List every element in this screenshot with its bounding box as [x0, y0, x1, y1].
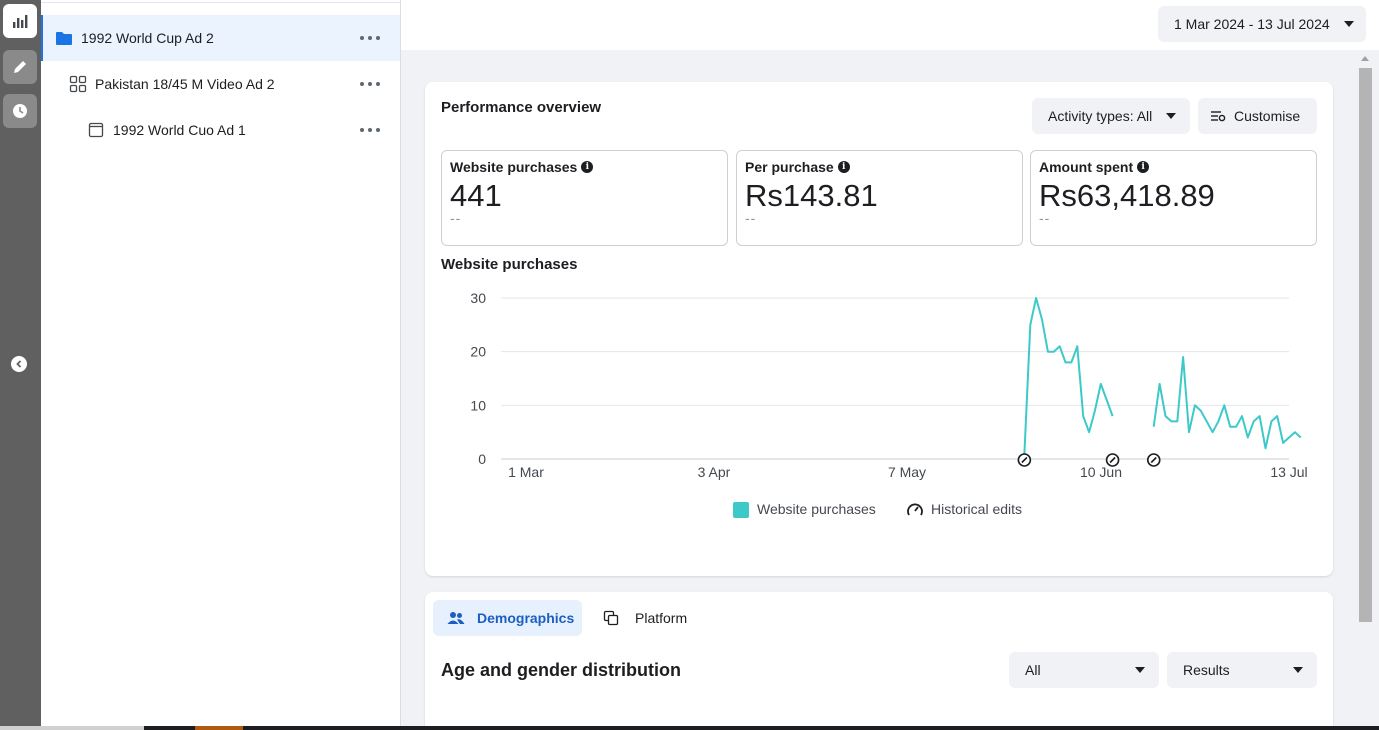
historical-edits-icon	[907, 503, 923, 516]
tab-label: Platform	[635, 610, 688, 626]
bar-chart-icon	[13, 15, 28, 28]
historical-edit-marker[interactable]	[1105, 453, 1120, 467]
scroll-up-arrow-icon[interactable]	[1361, 56, 1369, 61]
tree-item-label: 1992 World Cup Ad 2	[81, 30, 214, 46]
scroll-thumb[interactable]	[1359, 68, 1372, 622]
tab-platform[interactable]: Platform	[603, 600, 687, 636]
performance-overview-card: Performance overview Activity types: All…	[425, 82, 1333, 576]
y-tick-label: 20	[470, 344, 486, 360]
legend-label-website-purchases: Website purchases	[757, 501, 876, 517]
tab-label: Demographics	[477, 610, 575, 626]
x-tick-label: 10 Jun	[1080, 464, 1122, 480]
historical-edit-marker[interactable]	[1146, 453, 1161, 467]
icon-rail	[0, 0, 41, 730]
more-options-button[interactable]	[360, 76, 380, 92]
tree-item-ad[interactable]: 1992 World Cuo Ad 1	[41, 107, 400, 153]
tree-item-label: Pakistan 18/45 M Video Ad 2	[95, 76, 275, 92]
x-tick-label: 1 Mar	[508, 464, 544, 480]
tab-demographics[interactable]: Demographics	[433, 600, 582, 636]
caret-down-icon	[1135, 667, 1145, 673]
history-icon-button[interactable]	[3, 94, 37, 128]
clock-icon	[13, 104, 27, 118]
reporting-icon-button[interactable]	[3, 4, 37, 38]
taskbar-accent	[195, 726, 243, 730]
tree-divider	[41, 0, 400, 3]
collapse-panel-button[interactable]	[11, 356, 27, 372]
date-range-label: 1 Mar 2024 - 13 Jul 2024	[1174, 16, 1330, 32]
x-tick-label: 13 Jul	[1270, 464, 1307, 480]
folder-icon	[55, 29, 73, 47]
website-purchases-chart: 0 10 20 30 1 Mar 3 Apr 7 May 10 Jun 13 Jul	[470, 290, 1307, 480]
pencil-icon	[14, 61, 26, 73]
tree-item-campaign[interactable]: 1992 World Cup Ad 2	[41, 15, 400, 61]
legend-swatch-website-purchases	[733, 502, 749, 518]
ad-icon	[87, 121, 105, 139]
filter-results-dropdown[interactable]: Results	[1167, 652, 1317, 688]
series-line-website-purchases	[1023, 297, 1114, 454]
grid-icon	[69, 75, 87, 93]
people-icon	[447, 612, 465, 624]
tree-item-label: 1992 World Cuo Ad 1	[113, 122, 246, 138]
date-range-picker[interactable]: 1 Mar 2024 - 13 Jul 2024	[1158, 6, 1366, 42]
more-options-button[interactable]	[360, 30, 380, 46]
age-gender-title: Age and gender distribution	[441, 660, 682, 680]
chevron-left-icon	[16, 360, 22, 368]
top-header: 1 Mar 2024 - 13 Jul 2024	[401, 0, 1379, 50]
y-tick-label: 10	[470, 397, 486, 413]
taskbar-strip	[144, 726, 1379, 730]
edit-icon-button[interactable]	[3, 50, 37, 84]
tree-item-adset[interactable]: Pakistan 18/45 M Video Ad 2	[41, 61, 400, 107]
taskbar-left	[0, 726, 144, 730]
filter-all-label: All	[1025, 662, 1041, 678]
y-tick-label: 0	[478, 451, 486, 467]
caret-down-icon	[1293, 667, 1303, 673]
demographics-card: Demographics Platform Age and gender dis…	[425, 592, 1333, 730]
series-line-website-purchases	[1152, 356, 1302, 450]
y-tick-label: 30	[470, 290, 486, 306]
filter-results-label: Results	[1183, 662, 1230, 678]
platform-icon	[603, 610, 619, 626]
filter-all-dropdown[interactable]: All	[1009, 652, 1159, 688]
x-tick-label: 3 Apr	[698, 464, 731, 480]
caret-down-icon	[1344, 21, 1354, 27]
more-options-button[interactable]	[360, 122, 380, 138]
campaign-tree-panel: 1992 World Cup Ad 2 Pakistan 18/45 M Vid…	[41, 0, 401, 726]
legend-label-historical-edits: Historical edits	[931, 501, 1023, 517]
historical-edit-marker[interactable]	[1017, 453, 1032, 467]
x-tick-label: 7 May	[888, 464, 926, 480]
